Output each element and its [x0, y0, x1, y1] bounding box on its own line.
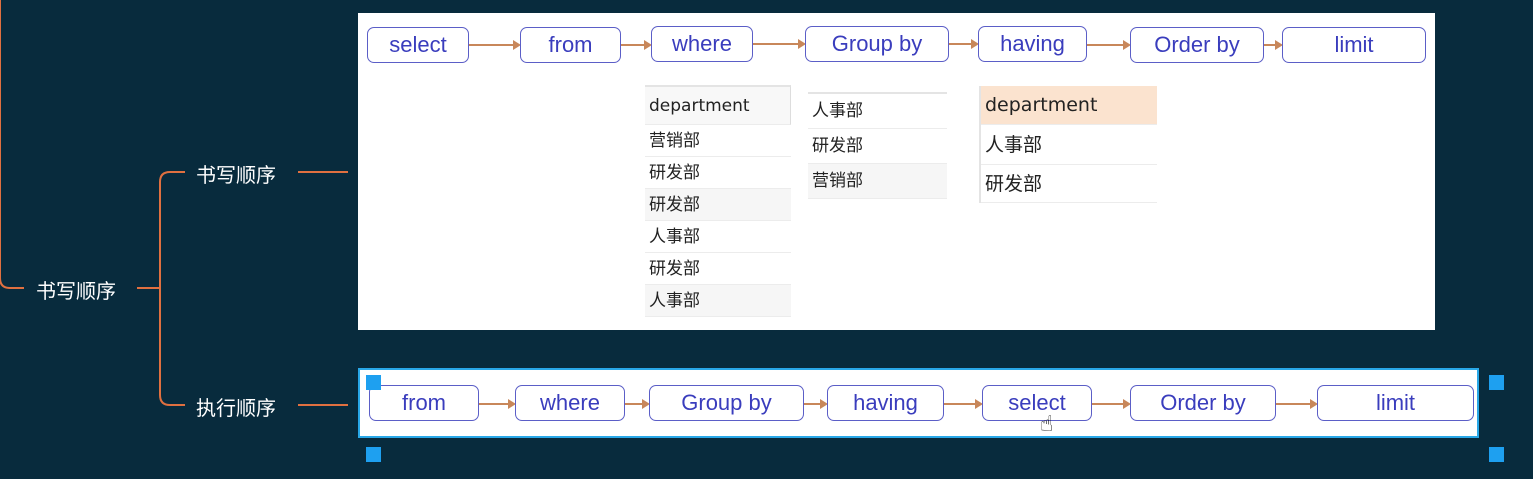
- mindmap-branch-execution-order[interactable]: 执行顺序: [196, 392, 276, 421]
- flow-arrow: [625, 399, 650, 409]
- table-header: department: [645, 85, 791, 125]
- table-row: 研发部: [645, 157, 791, 189]
- table-row: 人事部: [808, 94, 947, 129]
- table-row: 人事部: [645, 221, 791, 253]
- table-row: 研发部: [645, 189, 791, 221]
- table-row: 研发部: [981, 165, 1157, 203]
- flow-arrow: [949, 39, 979, 49]
- flow-arrow: [469, 40, 521, 50]
- flow-arrow: [1087, 40, 1131, 50]
- writing-step-order-by: Order by: [1130, 27, 1264, 63]
- resize-handle-top-left[interactable]: [366, 375, 381, 390]
- grouped-department-table: 人事部 研发部 营销部: [808, 92, 947, 199]
- execution-step-limit: limit: [1317, 385, 1474, 421]
- table-row: 营销部: [808, 164, 947, 199]
- flow-arrow: [753, 39, 806, 49]
- flow-arrow: [1276, 399, 1318, 409]
- table-row: 研发部: [808, 129, 947, 164]
- writing-order-panel[interactable]: select from where Group by having Order …: [358, 13, 1435, 330]
- writing-step-where: where: [651, 26, 753, 62]
- writing-step-select: select: [367, 27, 469, 63]
- table-row: 研发部: [645, 253, 791, 285]
- flow-arrow: [1092, 399, 1131, 409]
- execution-step-select: select: [982, 385, 1092, 421]
- result-department-table: department 人事部 研发部: [979, 86, 1157, 203]
- table-header: department: [981, 86, 1157, 125]
- execution-step-where: where: [515, 385, 625, 421]
- flow-arrow: [804, 399, 828, 409]
- writing-step-limit: limit: [1282, 27, 1426, 63]
- raw-department-table: department 营销部 研发部 研发部 人事部 研发部 人事部: [645, 85, 791, 317]
- hand-pointer-icon: ☝: [1040, 412, 1054, 437]
- table-row: 营销部: [645, 125, 791, 157]
- resize-handle-bottom-left[interactable]: [366, 447, 381, 462]
- flow-arrow: [479, 399, 516, 409]
- writing-step-from: from: [520, 27, 621, 63]
- execution-order-panel[interactable]: from where Group by having select Order …: [358, 368, 1479, 438]
- flow-arrow: [944, 399, 983, 409]
- execution-step-group-by: Group by: [649, 385, 804, 421]
- resize-handle-top-right[interactable]: [1489, 375, 1504, 390]
- resize-handle-bottom-right[interactable]: [1489, 447, 1504, 462]
- mindmap-branch-writing-order[interactable]: 书写顺序: [196, 159, 276, 188]
- table-row: 人事部: [981, 125, 1157, 165]
- table-row: 人事部: [645, 285, 791, 317]
- execution-step-order-by: Order by: [1130, 385, 1276, 421]
- writing-step-group-by: Group by: [805, 26, 949, 62]
- execution-step-having: having: [827, 385, 944, 421]
- flow-arrow: [1264, 40, 1283, 50]
- flow-arrow: [621, 40, 652, 50]
- execution-step-from: from: [369, 385, 479, 421]
- writing-step-having: having: [978, 26, 1087, 62]
- mindmap-root[interactable]: 书写顺序: [36, 275, 116, 304]
